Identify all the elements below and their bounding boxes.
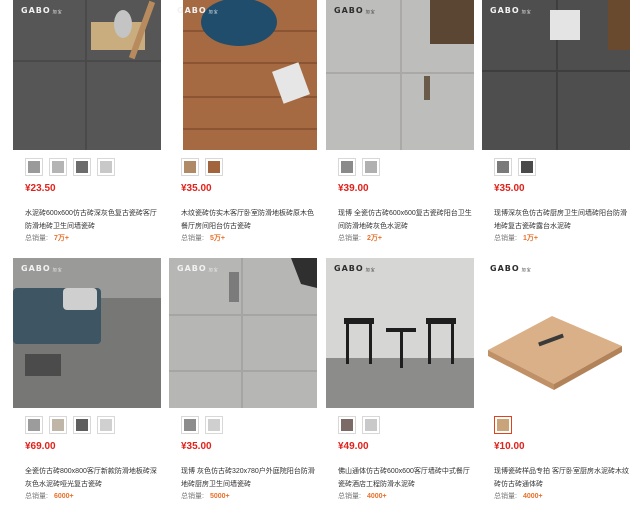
swatch-thumbnail xyxy=(76,419,88,431)
swatch-thumbnail xyxy=(28,161,40,173)
product-price: ¥69.00 xyxy=(25,441,56,452)
sales-count: 总销量: 5万+ xyxy=(181,235,225,242)
swatch-thumbnail xyxy=(521,161,533,173)
swatch-thumbnail xyxy=(28,419,40,431)
color-swatch[interactable] xyxy=(338,158,356,176)
color-swatches xyxy=(338,158,380,178)
sales-count: 总销量: 6000+ xyxy=(25,493,74,500)
product-price: ¥49.00 xyxy=(338,441,369,452)
swatch-thumbnail xyxy=(100,419,112,431)
sales-count: 总销量: 1万+ xyxy=(494,235,538,242)
color-swatches xyxy=(181,416,223,436)
sales-count: 总销量: 4000+ xyxy=(338,493,387,500)
product-image[interactable]: GABO 加宝 xyxy=(326,0,474,150)
product-image[interactable]: GABO 加宝 xyxy=(169,0,317,150)
swatch-thumbnail xyxy=(208,161,220,173)
product-title[interactable]: 现博深灰色仿古砖厨房卫生间墙砖阳台防滑地砖复古瓷砖露台水泥砖 xyxy=(494,207,630,233)
color-swatches xyxy=(494,158,536,178)
swatch-thumbnail xyxy=(100,161,112,173)
brand-logo: GABO 加宝 xyxy=(21,6,63,15)
swatch-thumbnail xyxy=(184,161,196,173)
brand-logo: GABO 加宝 xyxy=(21,264,63,273)
color-swatches xyxy=(25,416,115,436)
product-title[interactable]: 现博瓷砖样品专拍 客厅卧室厨房水泥砖木纹砖仿古砖通体砖 xyxy=(494,465,630,491)
brand-logo: GABO 加宝 xyxy=(334,264,376,273)
color-swatches xyxy=(181,158,223,178)
swatch-thumbnail xyxy=(365,419,377,431)
product-image[interactable]: GABO 加宝 xyxy=(326,258,474,408)
swatch-thumbnail xyxy=(52,419,64,431)
product-price: ¥35.00 xyxy=(181,441,212,452)
swatch-thumbnail xyxy=(184,419,196,431)
brand-logo: GABO 加宝 xyxy=(334,6,376,15)
swatch-thumbnail xyxy=(208,419,220,431)
color-swatch[interactable] xyxy=(518,158,536,176)
swatch-thumbnail xyxy=(365,161,377,173)
swatch-thumbnail xyxy=(52,161,64,173)
brand-logo: GABO 加宝 xyxy=(177,264,219,273)
color-swatch[interactable] xyxy=(362,158,380,176)
product-price: ¥35.00 xyxy=(181,183,212,194)
product-price: ¥35.00 xyxy=(494,183,525,194)
product-title[interactable]: 水泥砖600x600仿古砖深灰色复古瓷砖客厅防滑地砖卫生间墙瓷砖 xyxy=(25,207,161,233)
color-swatch[interactable] xyxy=(97,416,115,434)
color-swatch[interactable] xyxy=(25,416,43,434)
product-title[interactable]: 佛山通体仿古砖600x600客厅墙砖中式餐厅瓷砖酒店工程防滑水泥砖 xyxy=(338,465,474,491)
color-swatches xyxy=(338,416,380,436)
product-grid: GABO 加宝 ¥23.50 水泥砖600x600仿古砖深灰色复古瓷砖客厅防滑地砖… xyxy=(0,0,640,507)
swatch-thumbnail xyxy=(341,161,353,173)
product-title[interactable]: 现博 灰色仿古砖320x780户外庭院阳台防滑地砖厨房卫生间墙瓷砖 xyxy=(181,465,317,491)
product-price: ¥10.00 xyxy=(494,441,525,452)
product-price: ¥23.50 xyxy=(25,183,56,194)
sales-count: 总销量: 4000+ xyxy=(494,493,543,500)
product-image[interactable]: GABO 加宝 xyxy=(13,258,161,408)
color-swatch[interactable] xyxy=(49,158,67,176)
color-swatch[interactable] xyxy=(181,416,199,434)
swatch-thumbnail xyxy=(76,161,88,173)
color-swatch[interactable] xyxy=(49,416,67,434)
product-image[interactable]: GABO 加宝 xyxy=(482,0,630,150)
product-image[interactable]: GABO 加宝 xyxy=(13,0,161,150)
sales-count: 总销量: 2万+ xyxy=(338,235,382,242)
color-swatches xyxy=(25,158,115,178)
brand-logo: GABO 加宝 xyxy=(490,6,532,15)
product-image[interactable]: GABO 加宝 xyxy=(482,258,630,408)
product-title[interactable]: 木纹瓷砖仿实木客厅卧室防滑地板砖原木色餐厅房间阳台仿古瓷砖 xyxy=(181,207,317,233)
color-swatch[interactable] xyxy=(205,416,223,434)
color-swatch[interactable] xyxy=(73,158,91,176)
swatch-thumbnail xyxy=(497,161,509,173)
color-swatch[interactable] xyxy=(205,158,223,176)
color-swatch[interactable] xyxy=(73,416,91,434)
product-title[interactable]: 现博 全瓷仿古砖600x600复古瓷砖阳台卫生间防滑地砖灰色水泥砖 xyxy=(338,207,474,233)
color-swatch[interactable] xyxy=(181,158,199,176)
product-image[interactable]: GABO 加宝 xyxy=(169,258,317,408)
brand-logo: GABO 加宝 xyxy=(490,264,532,273)
brand-logo: GABO 加宝 xyxy=(177,6,219,15)
swatch-thumbnail xyxy=(497,419,509,431)
color-swatch[interactable] xyxy=(362,416,380,434)
swatch-thumbnail xyxy=(341,419,353,431)
sales-count: 总销量: 5000+ xyxy=(181,493,230,500)
color-swatch[interactable] xyxy=(338,416,356,434)
product-price: ¥39.00 xyxy=(338,183,369,194)
color-swatch[interactable] xyxy=(97,158,115,176)
color-swatch[interactable] xyxy=(494,158,512,176)
color-swatches xyxy=(494,416,512,436)
color-swatch[interactable] xyxy=(494,416,512,434)
sales-count: 总销量: 7万+ xyxy=(25,235,69,242)
color-swatch[interactable] xyxy=(25,158,43,176)
product-title[interactable]: 全瓷仿古砖800x800客厅新款防滑地板砖深灰色水泥砖哑光复古瓷砖 xyxy=(25,465,161,491)
